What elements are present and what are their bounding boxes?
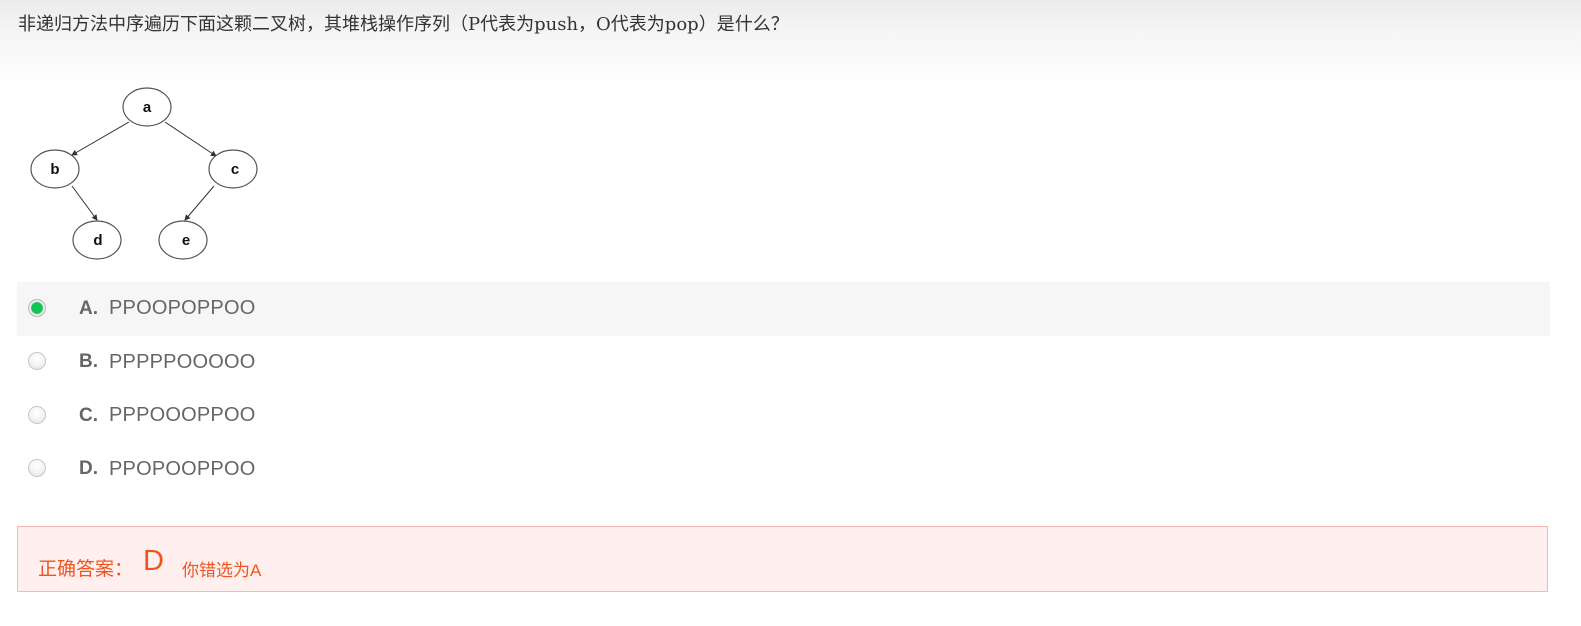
option-letter: B. (79, 351, 98, 373)
correct-answer-label: 正确答案： (38, 559, 134, 580)
question-text: 非递归方法中序遍历下面这颗二叉树，其堆栈操作序列（P代表为push，O代表为po… (18, 14, 789, 35)
option-text: PPOPOOPPOO (109, 457, 256, 480)
option-text: PPOOPOPPOO (109, 297, 256, 320)
answer-options: A. PPOOPOPPOO B. PPPPPOOOOO C. PPPOOOPPO… (17, 282, 1550, 496)
svg-text:c: c (231, 161, 239, 178)
option-letter: C. (79, 404, 98, 426)
svg-text:d: d (93, 232, 102, 249)
radio-d[interactable] (28, 459, 46, 478)
tree-node-e: e (158, 220, 208, 260)
tree-node-a: a (122, 87, 172, 127)
answer-feedback-box: 正确答案： D 你错选为A (17, 526, 1548, 592)
edge-a-c (164, 121, 217, 157)
option-c[interactable]: C. PPPOOOPPOO (17, 389, 1550, 443)
svg-text:b: b (50, 161, 59, 178)
binary-tree-diagram: a b c d e (30, 87, 258, 260)
tree-node-b: b (30, 149, 80, 189)
option-text: PPPPPOOOOO (109, 350, 256, 373)
option-b[interactable]: B. PPPPPOOOOO (17, 336, 1550, 390)
option-letter: D. (79, 458, 98, 480)
wrong-choice-note: 你错选为A (182, 561, 262, 580)
option-a[interactable]: A. PPOOPOPPOO (17, 282, 1550, 336)
svg-text:e: e (182, 232, 190, 249)
radio-a[interactable] (28, 298, 46, 317)
tree-node-d: d (72, 220, 122, 260)
edge-c-e (184, 185, 215, 221)
tree-node-c: c (208, 149, 258, 189)
radio-b[interactable] (28, 352, 46, 371)
edge-b-d (71, 185, 98, 221)
svg-text:a: a (143, 99, 152, 116)
option-d[interactable]: D. PPOPOOPPOO (17, 443, 1550, 497)
correct-answer-value: D (143, 545, 164, 577)
edge-a-b (71, 121, 130, 156)
option-text: PPPOOOPPOO (109, 404, 256, 427)
option-letter: A. (79, 297, 98, 319)
radio-c[interactable] (28, 405, 46, 424)
